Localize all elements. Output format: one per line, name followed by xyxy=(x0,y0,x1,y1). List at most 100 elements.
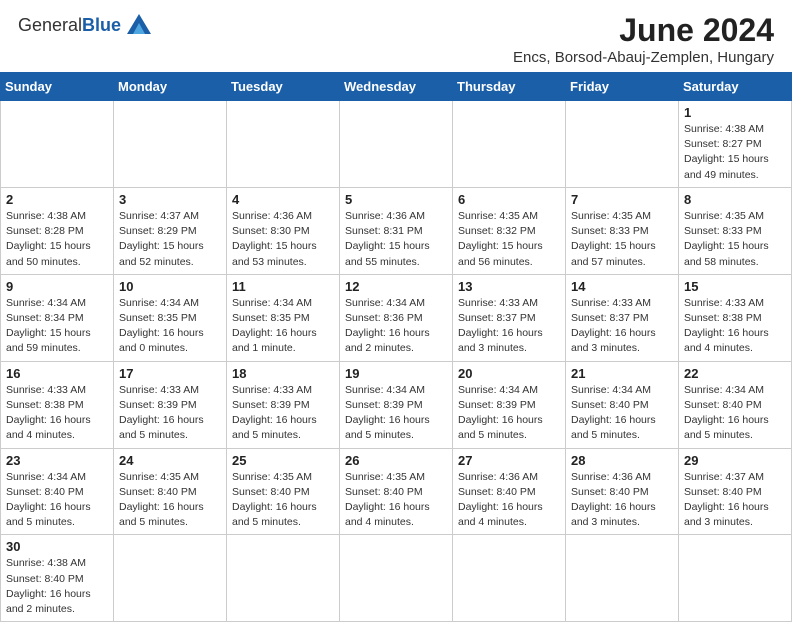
calendar-cell: 15 Sunrise: 4:33 AM Sunset: 8:38 PM Dayli… xyxy=(679,274,792,361)
day-number: 19 xyxy=(345,366,447,381)
calendar-cell: 6 Sunrise: 4:35 AM Sunset: 8:32 PM Daylig… xyxy=(453,187,566,274)
day-number: 8 xyxy=(684,192,786,207)
day-info: Sunrise: 4:34 AM Sunset: 8:39 PM Dayligh… xyxy=(345,383,447,444)
day-info: Sunrise: 4:35 AM Sunset: 8:33 PM Dayligh… xyxy=(571,209,673,270)
day-info: Sunrise: 4:37 AM Sunset: 8:40 PM Dayligh… xyxy=(684,470,786,531)
weekday-header-sunday: Sunday xyxy=(1,73,114,101)
day-info: Sunrise: 4:36 AM Sunset: 8:40 PM Dayligh… xyxy=(571,470,673,531)
day-info: Sunrise: 4:34 AM Sunset: 8:40 PM Dayligh… xyxy=(571,383,673,444)
day-info: Sunrise: 4:36 AM Sunset: 8:31 PM Dayligh… xyxy=(345,209,447,270)
weekday-header-monday: Monday xyxy=(114,73,227,101)
calendar-cell: 17Sunrise: 4:33 AM Sunset: 8:39 PM Dayli… xyxy=(114,361,227,448)
day-info: Sunrise: 4:35 AM Sunset: 8:40 PM Dayligh… xyxy=(119,470,221,531)
calendar-week-4: 23 Sunrise: 4:34 AM Sunset: 8:40 PM Dayli… xyxy=(1,448,792,535)
logo-text: GeneralBlue xyxy=(18,16,121,36)
calendar-cell: 25 Sunrise: 4:35 AM Sunset: 8:40 PM Dayli… xyxy=(227,448,340,535)
day-info: Sunrise: 4:33 AM Sunset: 8:37 PM Dayligh… xyxy=(571,296,673,357)
logo-icon xyxy=(123,10,155,38)
day-number: 14 xyxy=(571,279,673,294)
month-title: June 2024 xyxy=(513,12,774,49)
calendar-cell xyxy=(227,101,340,188)
title-block: June 2024 Encs, Borsod-Abauj-Zemplen, Hu… xyxy=(513,12,774,66)
location-subtitle: Encs, Borsod-Abauj-Zemplen, Hungary xyxy=(513,49,774,66)
calendar-cell xyxy=(566,535,679,622)
calendar-cell xyxy=(340,101,453,188)
day-info: Sunrise: 4:34 AM Sunset: 8:40 PM Dayligh… xyxy=(6,470,108,531)
day-info: Sunrise: 4:34 AM Sunset: 8:40 PM Dayligh… xyxy=(684,383,786,444)
day-info: Sunrise: 4:37 AM Sunset: 8:29 PM Dayligh… xyxy=(119,209,221,270)
day-number: 23 xyxy=(6,453,108,468)
day-info: Sunrise: 4:34 AM Sunset: 8:35 PM Dayligh… xyxy=(119,296,221,357)
calendar-cell xyxy=(679,535,792,622)
weekday-header-wednesday: Wednesday xyxy=(340,73,453,101)
calendar-week-3: 16Sunrise: 4:33 AM Sunset: 8:38 PM Dayli… xyxy=(1,361,792,448)
day-number: 1 xyxy=(684,105,786,120)
day-info: Sunrise: 4:35 AM Sunset: 8:33 PM Dayligh… xyxy=(684,209,786,270)
day-number: 6 xyxy=(458,192,560,207)
day-info: Sunrise: 4:38 AM Sunset: 8:27 PM Dayligh… xyxy=(684,122,786,183)
day-number: 7 xyxy=(571,192,673,207)
calendar-cell: 12Sunrise: 4:34 AM Sunset: 8:36 PM Dayli… xyxy=(340,274,453,361)
calendar-cell: 13 Sunrise: 4:33 AM Sunset: 8:37 PM Dayli… xyxy=(453,274,566,361)
calendar-cell xyxy=(227,535,340,622)
weekday-header-tuesday: Tuesday xyxy=(227,73,340,101)
calendar-cell xyxy=(566,101,679,188)
day-number: 10 xyxy=(119,279,221,294)
day-info: Sunrise: 4:38 AM Sunset: 8:40 PM Dayligh… xyxy=(6,556,108,617)
day-number: 30 xyxy=(6,539,108,554)
day-info: Sunrise: 4:38 AM Sunset: 8:28 PM Dayligh… xyxy=(6,209,108,270)
calendar-cell xyxy=(453,101,566,188)
day-info: Sunrise: 4:33 AM Sunset: 8:37 PM Dayligh… xyxy=(458,296,560,357)
weekday-header-thursday: Thursday xyxy=(453,73,566,101)
calendar-cell: 4Sunrise: 4:36 AM Sunset: 8:30 PM Daylig… xyxy=(227,187,340,274)
day-number: 25 xyxy=(232,453,334,468)
calendar-week-5: 30 Sunrise: 4:38 AM Sunset: 8:40 PM Dayli… xyxy=(1,535,792,622)
calendar-body: 1 Sunrise: 4:38 AM Sunset: 8:27 PM Daylig… xyxy=(1,101,792,622)
day-number: 28 xyxy=(571,453,673,468)
day-number: 29 xyxy=(684,453,786,468)
calendar-cell: 1 Sunrise: 4:38 AM Sunset: 8:27 PM Daylig… xyxy=(679,101,792,188)
weekday-header-friday: Friday xyxy=(566,73,679,101)
calendar-cell: 11Sunrise: 4:34 AM Sunset: 8:35 PM Dayli… xyxy=(227,274,340,361)
calendar-cell: 29 Sunrise: 4:37 AM Sunset: 8:40 PM Dayli… xyxy=(679,448,792,535)
calendar-cell xyxy=(114,535,227,622)
day-info: Sunrise: 4:35 AM Sunset: 8:40 PM Dayligh… xyxy=(232,470,334,531)
day-info: Sunrise: 4:33 AM Sunset: 8:38 PM Dayligh… xyxy=(6,383,108,444)
day-number: 2 xyxy=(6,192,108,207)
calendar-cell: 30 Sunrise: 4:38 AM Sunset: 8:40 PM Dayli… xyxy=(1,535,114,622)
day-number: 9 xyxy=(6,279,108,294)
weekday-header-row: SundayMondayTuesdayWednesdayThursdayFrid… xyxy=(1,73,792,101)
calendar-cell: 18Sunrise: 4:33 AM Sunset: 8:39 PM Dayli… xyxy=(227,361,340,448)
day-info: Sunrise: 4:33 AM Sunset: 8:38 PM Dayligh… xyxy=(684,296,786,357)
calendar-cell: 9 Sunrise: 4:34 AM Sunset: 8:34 PM Daylig… xyxy=(1,274,114,361)
day-info: Sunrise: 4:35 AM Sunset: 8:40 PM Dayligh… xyxy=(345,470,447,531)
calendar-cell: 28 Sunrise: 4:36 AM Sunset: 8:40 PM Dayli… xyxy=(566,448,679,535)
day-number: 20 xyxy=(458,366,560,381)
calendar-cell: 2 Sunrise: 4:38 AM Sunset: 8:28 PM Daylig… xyxy=(1,187,114,274)
calendar-week-1: 2 Sunrise: 4:38 AM Sunset: 8:28 PM Daylig… xyxy=(1,187,792,274)
day-number: 17 xyxy=(119,366,221,381)
calendar-cell: 7 Sunrise: 4:35 AM Sunset: 8:33 PM Daylig… xyxy=(566,187,679,274)
day-info: Sunrise: 4:34 AM Sunset: 8:34 PM Dayligh… xyxy=(6,296,108,357)
logo: GeneralBlue xyxy=(18,12,155,40)
calendar-cell xyxy=(453,535,566,622)
calendar-cell: 23 Sunrise: 4:34 AM Sunset: 8:40 PM Dayli… xyxy=(1,448,114,535)
calendar-cell: 20 Sunrise: 4:34 AM Sunset: 8:39 PM Dayli… xyxy=(453,361,566,448)
calendar-week-2: 9 Sunrise: 4:34 AM Sunset: 8:34 PM Daylig… xyxy=(1,274,792,361)
day-number: 15 xyxy=(684,279,786,294)
day-number: 12 xyxy=(345,279,447,294)
day-number: 21 xyxy=(571,366,673,381)
calendar-cell: 14 Sunrise: 4:33 AM Sunset: 8:37 PM Dayli… xyxy=(566,274,679,361)
calendar-cell: 27Sunrise: 4:36 AM Sunset: 8:40 PM Dayli… xyxy=(453,448,566,535)
calendar-header: SundayMondayTuesdayWednesdayThursdayFrid… xyxy=(1,73,792,101)
day-info: Sunrise: 4:35 AM Sunset: 8:32 PM Dayligh… xyxy=(458,209,560,270)
page-header: GeneralBlue June 2024 Encs, Borsod-Abauj… xyxy=(0,0,792,72)
day-number: 26 xyxy=(345,453,447,468)
calendar-cell: 22Sunrise: 4:34 AM Sunset: 8:40 PM Dayli… xyxy=(679,361,792,448)
day-number: 13 xyxy=(458,279,560,294)
day-info: Sunrise: 4:34 AM Sunset: 8:39 PM Dayligh… xyxy=(458,383,560,444)
calendar-cell: 3Sunrise: 4:37 AM Sunset: 8:29 PM Daylig… xyxy=(114,187,227,274)
day-number: 18 xyxy=(232,366,334,381)
day-info: Sunrise: 4:36 AM Sunset: 8:40 PM Dayligh… xyxy=(458,470,560,531)
calendar-cell: 21 Sunrise: 4:34 AM Sunset: 8:40 PM Dayli… xyxy=(566,361,679,448)
